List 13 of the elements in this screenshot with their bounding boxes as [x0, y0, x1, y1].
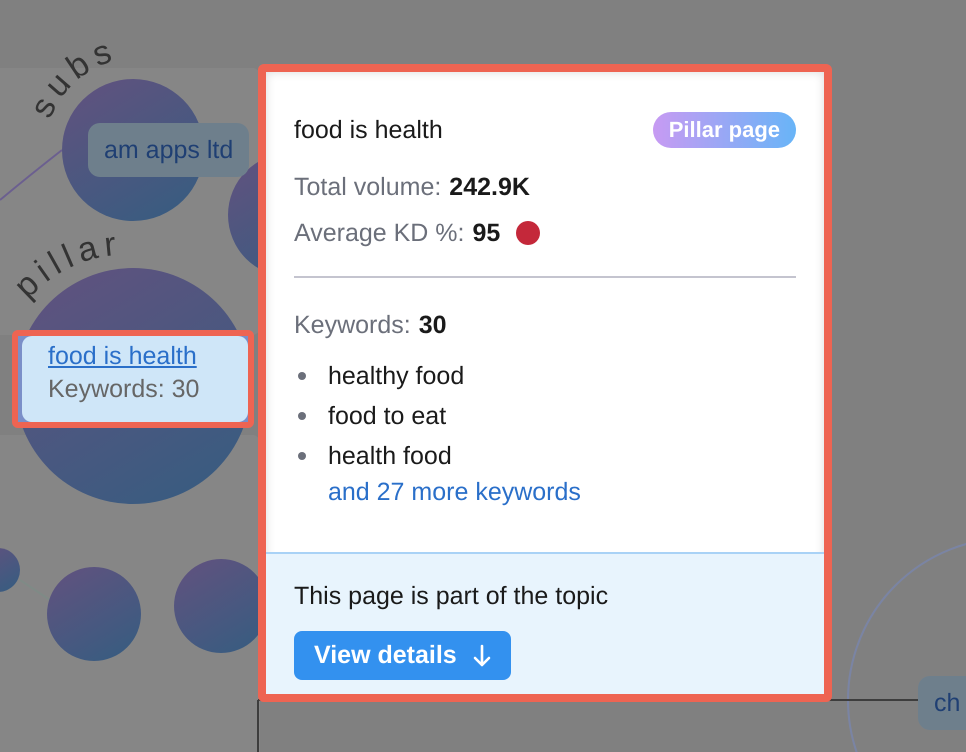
keywords-label: Keywords:: [294, 310, 411, 340]
popup-title: food is health: [294, 116, 443, 144]
footer-text: This page is part of the topic: [294, 582, 608, 611]
stat-value: 242.9K: [449, 172, 530, 202]
keyword-item: healthy food: [328, 362, 464, 390]
keywords-count: 30: [418, 310, 447, 340]
keyword-count: Keywords: 30: [48, 375, 200, 404]
stat-label: Total volume:: [294, 172, 442, 202]
pillar-badge: Pillar page: [652, 112, 796, 148]
stat-value: 95: [472, 218, 500, 248]
stat-label: Average KD %:: [294, 218, 464, 248]
keyword-item: food to eat: [328, 402, 446, 430]
keyword-item: health food: [328, 442, 452, 470]
